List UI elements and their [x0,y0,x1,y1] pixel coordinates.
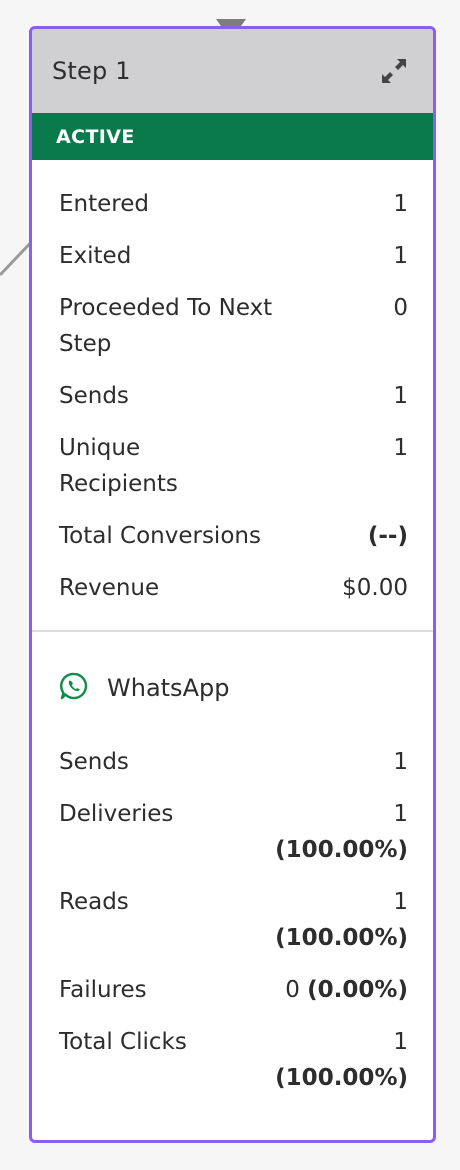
stat-value: 1 [393,749,408,775]
stat-row-wa-total-clicks: Total Clicks 1 (100.00%) [59,1024,408,1096]
stat-label: Unique Recipients [59,435,178,497]
stat-label: Proceeded To Next Step [59,295,273,357]
stat-value: (--) [368,518,408,554]
stat-label: Deliveries [59,801,174,827]
stat-row-proceeded: Proceeded To Next Step 0 [59,290,408,362]
stat-row-wa-failures: Failures 0 (0.00%) [59,972,408,1008]
stat-count: 1 [393,801,408,827]
stat-label: Sends [59,383,129,409]
status-banner: ACTIVE [32,113,433,160]
step-header: Step 1 [32,29,433,113]
stat-label: Total Clicks [59,1029,187,1055]
stat-value: 1 (100.00%) [275,1024,408,1096]
stat-row-entered: Entered 1 [59,186,408,222]
stat-label: Revenue [59,575,160,601]
stat-label: Sends [59,749,129,775]
stat-value: 0 [393,295,408,321]
stat-label: Total Conversions [59,523,261,549]
stat-value: $0.00 [342,575,408,601]
stat-value: 1 (100.00%) [275,796,408,868]
stat-label: Exited [59,243,132,269]
stat-row-wa-deliveries: Deliveries 1 (100.00%) [59,796,408,868]
stat-value: 1 [393,383,408,409]
stat-label: Entered [59,191,149,217]
stat-value-text: (--) [367,523,408,549]
stat-row-wa-reads: Reads 1 (100.00%) [59,884,408,956]
stat-row-total-conversions: Total Conversions (--) [59,518,408,554]
step-card[interactable]: Step 1 ACTIVE Entered 1 Exited 1 Proceed… [29,26,436,1143]
stat-row-exited: Exited 1 [59,238,408,274]
stat-count: 1 [393,889,408,915]
step-title: Step 1 [52,57,131,85]
channel-name: WhatsApp [107,674,230,702]
status-label: ACTIVE [56,125,135,148]
stat-count: 0 [285,977,300,1003]
stat-percentage: (100.00%) [275,837,408,863]
stat-label: Reads [59,889,129,915]
stat-percentage: (100.00%) [275,925,408,951]
channel-header: WhatsApp [32,632,433,708]
stat-value: 1 [393,243,408,269]
expand-icon[interactable] [378,55,410,87]
stat-percentage: (100.00%) [275,1065,408,1091]
stat-row-sends: Sends 1 [59,378,408,414]
stat-percentage: (0.00%) [307,977,408,1003]
stat-row-unique-recipients: Unique Recipients 1 [59,430,408,502]
stat-value: 0 (0.00%) [285,972,408,1008]
stat-count: 1 [393,1029,408,1055]
stat-label: Failures [59,977,147,1003]
whatsapp-icon [59,671,89,705]
stat-value: 1 [393,191,408,217]
step-stats: Entered 1 Exited 1 Proceeded To Next Ste… [32,160,433,606]
stat-row-revenue: Revenue $0.00 [59,570,408,606]
stat-row-wa-sends: Sends 1 [59,744,408,780]
channel-stats: Sends 1 Deliveries 1 (100.00%) Reads 1 (… [32,744,433,1096]
stat-value: 1 [393,435,408,461]
stat-value: 1 (100.00%) [275,884,408,956]
